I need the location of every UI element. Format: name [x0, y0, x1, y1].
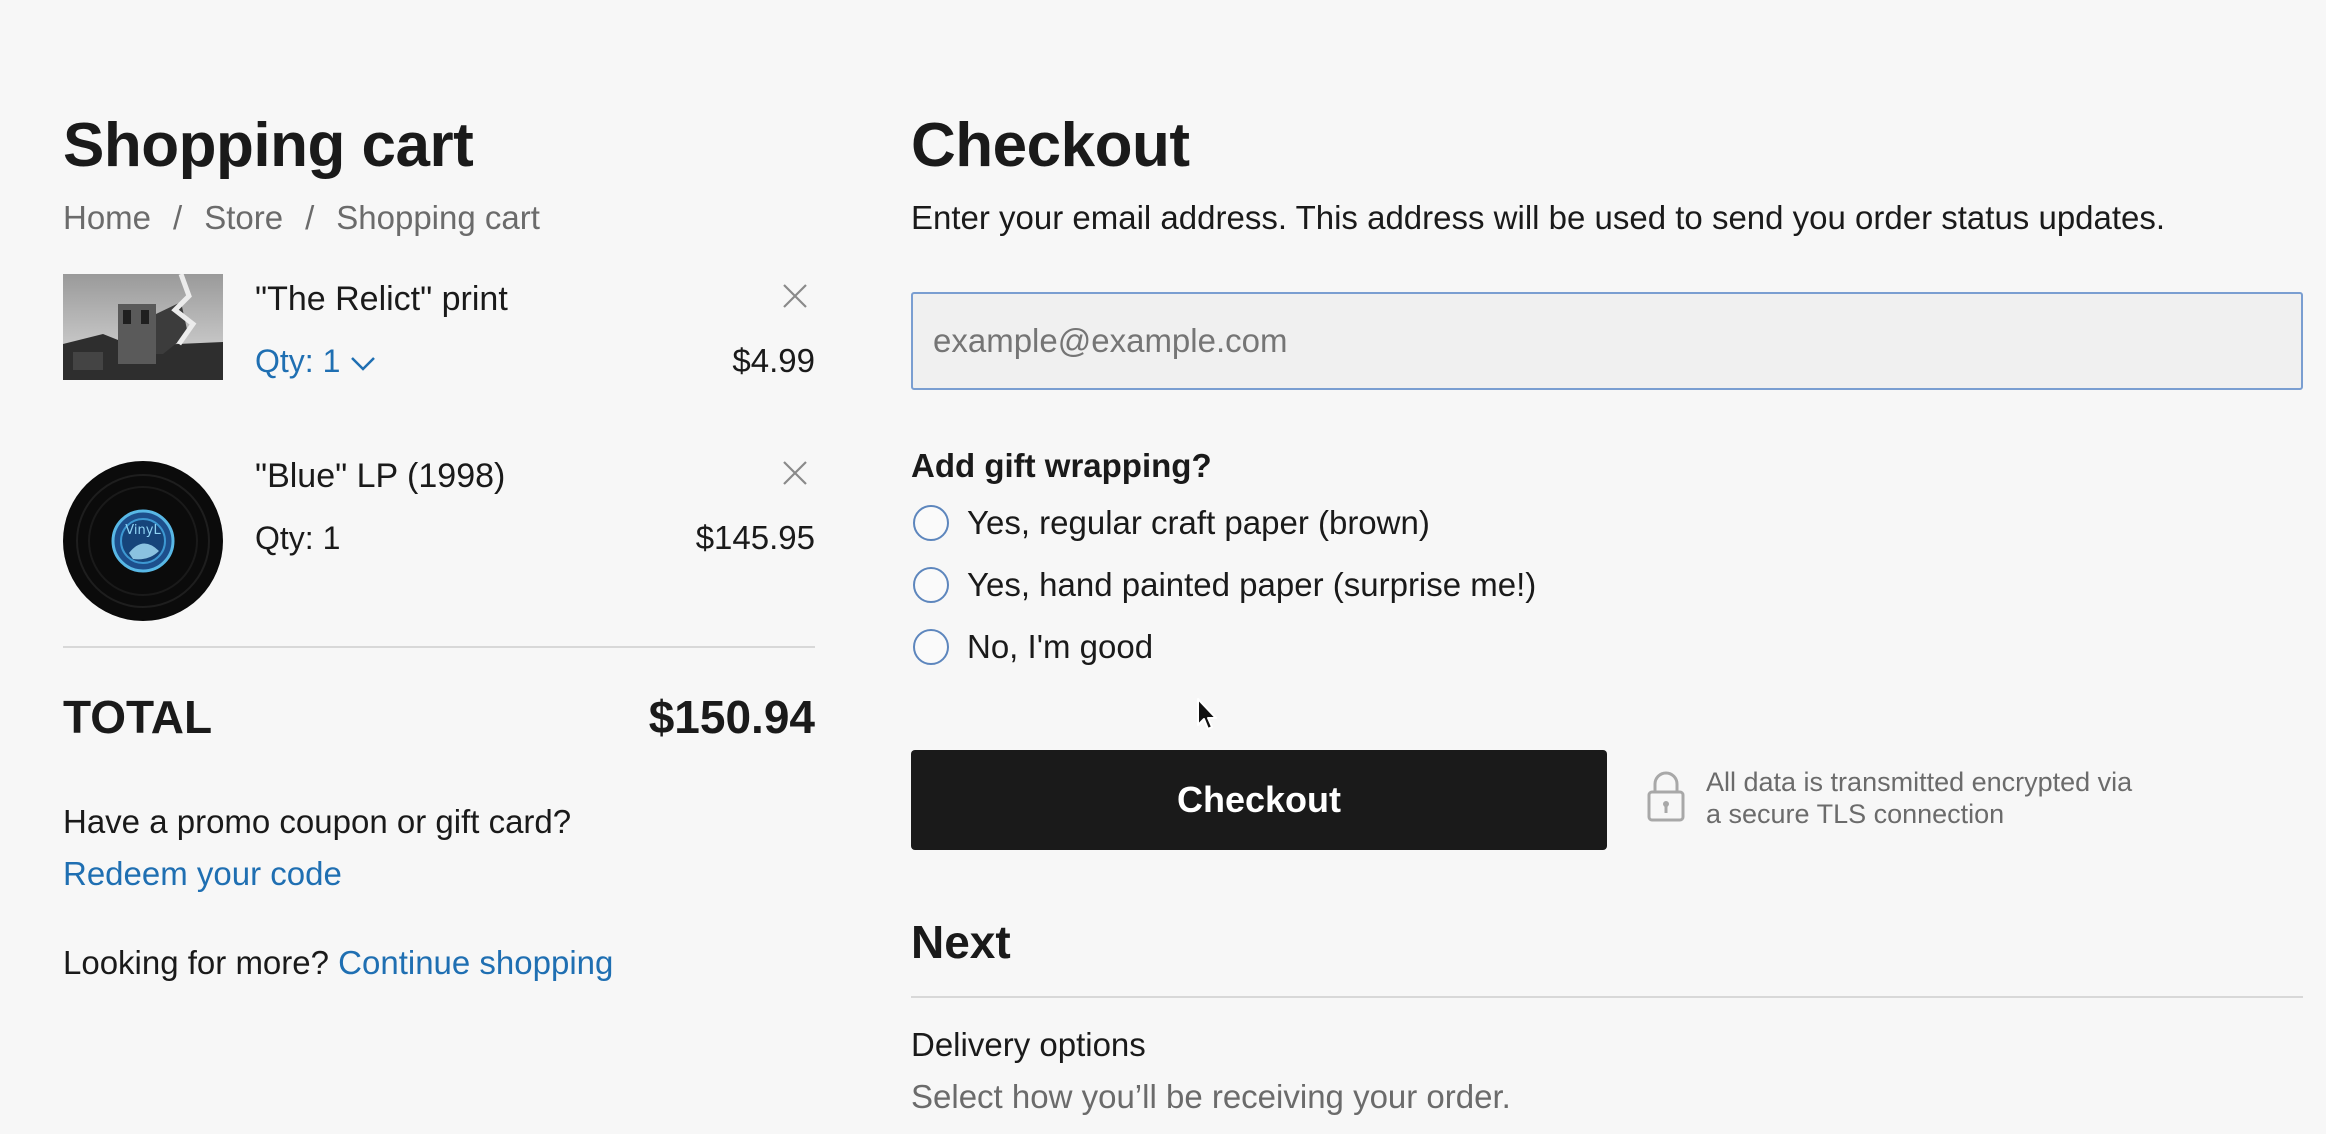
lock-icon [1646, 770, 1686, 827]
gift-wrapping-title: Add gift wrapping? [911, 447, 1212, 484]
continue-shopping-section: Looking for more? Continue shopping [63, 938, 613, 988]
continue-shopping-link[interactable]: Continue shopping [338, 944, 613, 981]
quantity-label: Qty: 1 [255, 343, 341, 379]
promo-prompt: Have a promo coupon or gift card? [63, 803, 572, 840]
checkout-title: Checkout [911, 111, 1190, 180]
total-label: TOTAL [63, 691, 213, 743]
secure-text-line-1: All data is transmitted encrypted via [1706, 767, 2133, 797]
gift-wrapping-group: Add gift wrapping? Yes, regular craft pa… [911, 440, 1911, 678]
delivery-options-subtitle: Select how you’ll be receiving your orde… [911, 1078, 1511, 1115]
close-icon [781, 459, 809, 492]
radio-button[interactable] [913, 505, 949, 541]
cart-item: "The Relict" print Qty: 1 $4.99 [63, 274, 815, 434]
cart-divider [63, 646, 815, 648]
breadcrumb-store[interactable]: Store [204, 192, 283, 244]
checkout-button[interactable]: Checkout [911, 750, 1607, 850]
radio-label: Yes, hand painted paper (surprise me!) [967, 566, 1537, 603]
breadcrumb-home[interactable]: Home [63, 192, 151, 244]
remove-item-button[interactable] [775, 455, 815, 495]
cart-title: Shopping cart [63, 111, 474, 180]
checkout-intro: Enter your email address. This address w… [911, 199, 2166, 236]
shopping-cart-panel: Shopping cart Home / Store / Shopping ca… [63, 108, 815, 621]
gift-option-craft-paper[interactable]: Yes, regular craft paper (brown) [911, 492, 1911, 554]
secure-text: All data is transmitted encrypted via a … [1706, 766, 2132, 830]
gift-option-none[interactable]: No, I'm good [911, 616, 1911, 678]
radio-button[interactable] [913, 567, 949, 603]
item-name: "Blue" LP (1998) [255, 457, 506, 495]
radio-label: No, I'm good [967, 628, 1154, 665]
item-price: $4.99 [732, 342, 815, 379]
quantity-text: Qty: 1 [255, 520, 341, 556]
item-thumbnail-relict-print [63, 274, 223, 380]
email-field[interactable] [911, 292, 2303, 390]
radio-label: Yes, regular craft paper (brown) [967, 504, 1430, 541]
redeem-code-link[interactable]: Redeem your code [63, 848, 571, 900]
total-value: $150.94 [648, 691, 815, 743]
breadcrumb: Home / Store / Shopping cart [63, 192, 815, 244]
more-prompt: Looking for more? [63, 944, 329, 981]
next-section-title: Next [911, 916, 1011, 968]
promo-section: Have a promo coupon or gift card? Redeem… [63, 796, 571, 900]
chevron-down-icon [350, 338, 376, 384]
item-name: "The Relict" print [255, 280, 508, 318]
mouse-cursor-icon [1196, 697, 1220, 738]
total-row: TOTAL $150.94 [63, 690, 815, 744]
page: Shopping cart Home / Store / Shopping ca… [0, 0, 2326, 1134]
close-icon [781, 282, 809, 315]
secure-text-line-2: a secure TLS connection [1706, 799, 2005, 829]
quantity-label: Qty: 1 [255, 515, 340, 561]
remove-item-button[interactable] [775, 278, 815, 318]
secure-connection-note: All data is transmitted encrypted via a … [1646, 766, 2206, 830]
breadcrumb-separator: / [173, 199, 183, 236]
breadcrumb-current: Shopping cart [336, 199, 540, 236]
next-divider [911, 996, 2303, 998]
checkout-panel: Checkout Enter your email address. This … [911, 108, 2303, 1115]
gift-option-hand-painted[interactable]: Yes, hand painted paper (surprise me!) [911, 554, 1911, 616]
cart-item: VinyL "Blue" LP (1998) Qty: 1 $145.95 [63, 451, 815, 621]
vinyl-label-text: VinyL [125, 523, 161, 538]
quantity-dropdown[interactable]: Qty: 1 [255, 338, 376, 384]
breadcrumb-separator: / [305, 199, 315, 236]
radio-button[interactable] [913, 629, 949, 665]
delivery-options-title: Delivery options [911, 1026, 1146, 1063]
item-price: $145.95 [695, 519, 815, 556]
item-thumbnail-vinyl: VinyL [63, 461, 223, 621]
